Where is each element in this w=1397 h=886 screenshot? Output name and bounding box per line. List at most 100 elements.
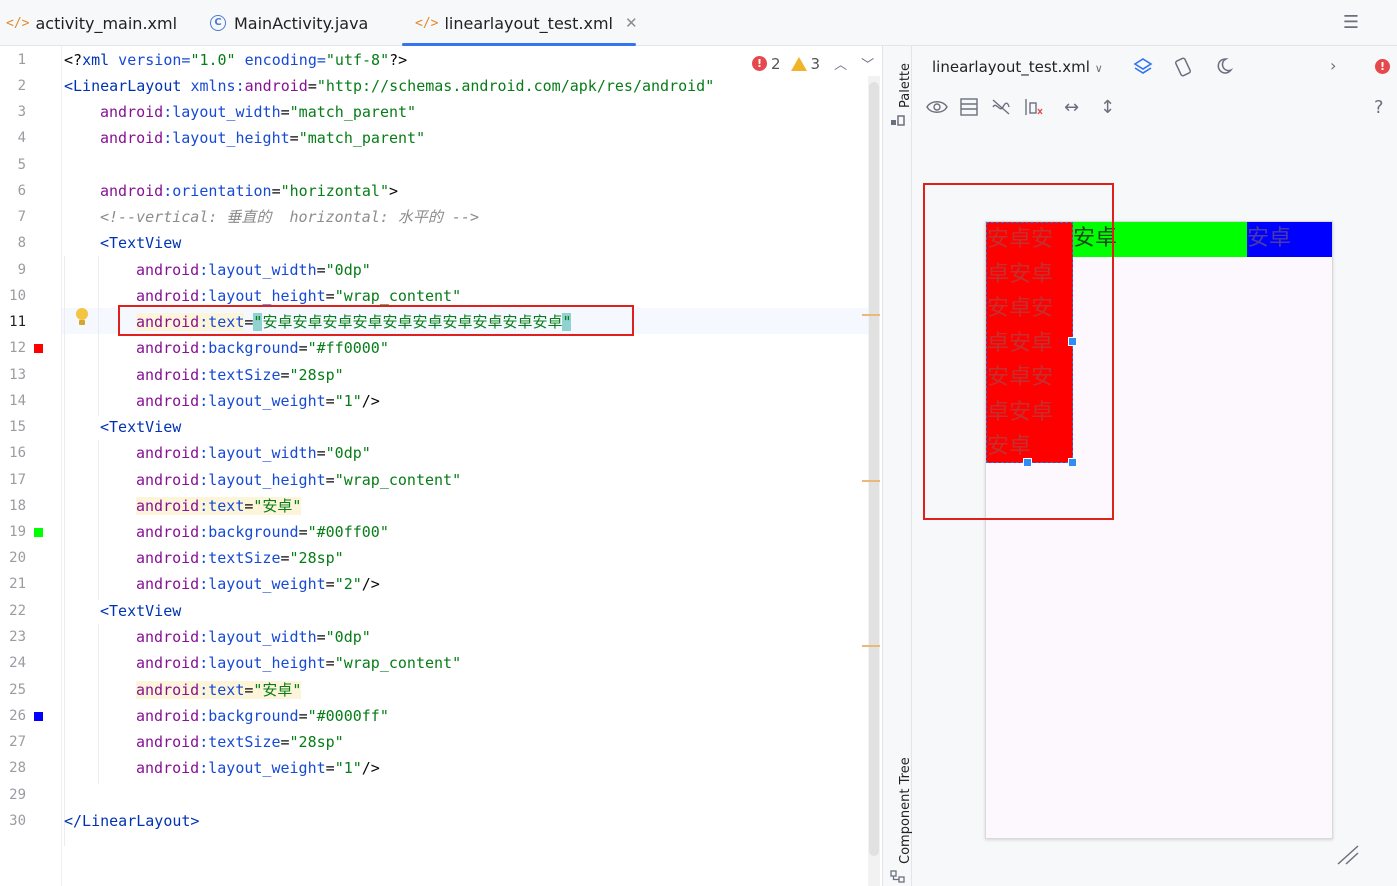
code-line-24: android:layout_height="wrap_content" [136,654,462,672]
tab-linearlayout-test-xml[interactable]: </> linearlayout_test.xml ✕ [402,0,638,46]
code-line-2: <LinearLayout xmlns:android="http://sche… [64,77,715,95]
line-number: 1 [17,52,26,68]
change-marker[interactable] [862,314,880,316]
line-number: 9 [17,262,26,278]
palette-icon[interactable] [891,114,905,126]
line-number-gutter: 1 2 3 4 5 6 7 8 9 10 11 12 13 14 15 16 1… [0,46,62,886]
chevron-down-icon: ∨ [1094,62,1103,75]
code-line-17: android:layout_height="wrap_content" [136,471,462,489]
editor-tab-bar: </> activity_main.xml C MainActivity.jav… [0,0,1397,46]
code-line-1: <?xml version="1.0" encoding="utf-8"?> [64,51,408,69]
line-number: 30 [9,813,26,829]
code-line-3: android:layout_width="match_parent" [100,103,417,121]
code-line-27: android:textSize="28sp" [136,733,344,751]
blueprint-icon[interactable] [960,98,978,121]
chevron-right-icon[interactable]: › [1330,56,1336,75]
surface-resize-icon[interactable] [1336,845,1360,865]
warning-count: 3 [810,54,821,73]
code-line-13: android:textSize="28sp" [136,366,344,384]
line-number: 7 [17,209,26,225]
component-tree-tab[interactable]: Component Tree [898,757,913,864]
intention-bulb-icon[interactable] [75,308,89,328]
indent-guide [98,624,99,784]
inspection-widget[interactable]: ! 2 3 ︿ ﹀ [752,54,874,73]
line-number: 17 [9,472,26,488]
line-number: 10 [9,288,26,304]
line-number: 2 [17,78,26,94]
help-icon[interactable]: ? [1374,97,1384,118]
layout-file-name: linearlayout_test.xml [932,58,1090,76]
color-swatch-green[interactable] [34,528,43,537]
code-line-8: <TextView [100,234,182,252]
indent-guide [64,256,65,846]
component-tree-icon[interactable] [890,870,906,884]
tab-label: MainActivity.java [234,13,369,33]
orientation-icon[interactable] [1172,56,1194,83]
code-line-26: android:background="#0000ff" [136,707,389,725]
chevron-up-icon[interactable]: ︿ [834,54,847,73]
preview-textview-blue[interactable]: 安卓 [1247,222,1332,257]
indent-guide [98,440,99,600]
design-surface-icon[interactable] [1132,56,1154,83]
guidelines-icon[interactable] [1024,98,1044,121]
change-marker[interactable] [862,645,880,647]
annotation-box-code [118,305,634,336]
render-error-icon[interactable]: ! [1375,59,1390,74]
code-line-9: android:layout_width="0dp" [136,261,371,279]
night-mode-icon[interactable] [1214,56,1234,81]
close-tab-icon[interactable]: ✕ [625,14,638,32]
line-number: 28 [9,760,26,776]
line-number-current: 11 [9,314,26,330]
code-line-4: android:layout_height="match_parent" [100,129,426,147]
vertical-scrollbar[interactable] [869,82,879,856]
line-number: 8 [17,235,26,251]
code-line-30: </LinearLayout> [64,812,200,830]
color-swatch-blue[interactable] [34,712,43,721]
code-line-14: android:layout_weight="1"/> [136,392,380,410]
code-line-12: android:background="#ff0000" [136,339,389,357]
line-number: 14 [9,393,26,409]
error-icon: ! [752,56,767,71]
line-number: 27 [9,734,26,750]
line-number: 13 [9,367,26,383]
code-line-19: android:background="#00ff00" [136,523,389,541]
line-number: 18 [9,498,26,514]
annotation-box-preview [923,183,1114,520]
line-number: 5 [17,157,26,173]
tab-activity-main-xml[interactable]: </> activity_main.xml [6,0,177,46]
warning-icon [790,56,807,71]
expand-vertical-icon[interactable]: ↕ [1100,97,1115,118]
color-swatch-red[interactable] [34,344,43,353]
line-number: 4 [17,130,26,146]
line-number: 29 [9,787,26,803]
line-number: 26 [9,708,26,724]
xml-file-icon: </> [6,15,30,31]
tab-main-activity-java[interactable]: C MainActivity.java [210,0,368,46]
line-number: 6 [17,183,26,199]
code-line-28: android:layout_weight="1"/> [136,759,380,777]
code-line-6: android:orientation="horizontal"> [100,182,399,200]
code-line-23: android:layout_width="0dp" [136,628,371,646]
change-marker[interactable] [862,480,880,482]
palette-tab[interactable]: Palette [898,63,913,108]
constraints-off-icon[interactable] [991,98,1011,121]
java-class-icon: C [210,15,226,31]
line-number: 12 [9,340,26,356]
code-editor[interactable]: 1 2 3 4 5 6 7 8 9 10 11 12 13 14 15 16 1… [0,46,882,886]
layout-file-dropdown[interactable]: linearlayout_test.xml ∨ [932,58,1103,76]
code-line-18: android:text="安卓" [136,497,302,515]
eye-view-icon[interactable] [926,98,948,121]
tab-list-menu-icon[interactable]: ☰ [1343,12,1359,33]
line-number: 20 [9,550,26,566]
code-line-21: android:layout_weight="2"/> [136,575,380,593]
chevron-down-icon[interactable]: ﹀ [861,54,874,73]
line-number: 15 [9,419,26,435]
code-line-7-comment: <!--vertical: 垂直的 horizontal: 水平的 --> [100,208,479,226]
line-number: 25 [9,682,26,698]
line-number: 23 [9,629,26,645]
expand-horizontal-icon[interactable]: ↔ [1064,97,1079,118]
line-number: 19 [9,524,26,540]
line-number: 22 [9,603,26,619]
code-line-15: <TextView [100,418,182,436]
error-count: 2 [771,54,781,73]
